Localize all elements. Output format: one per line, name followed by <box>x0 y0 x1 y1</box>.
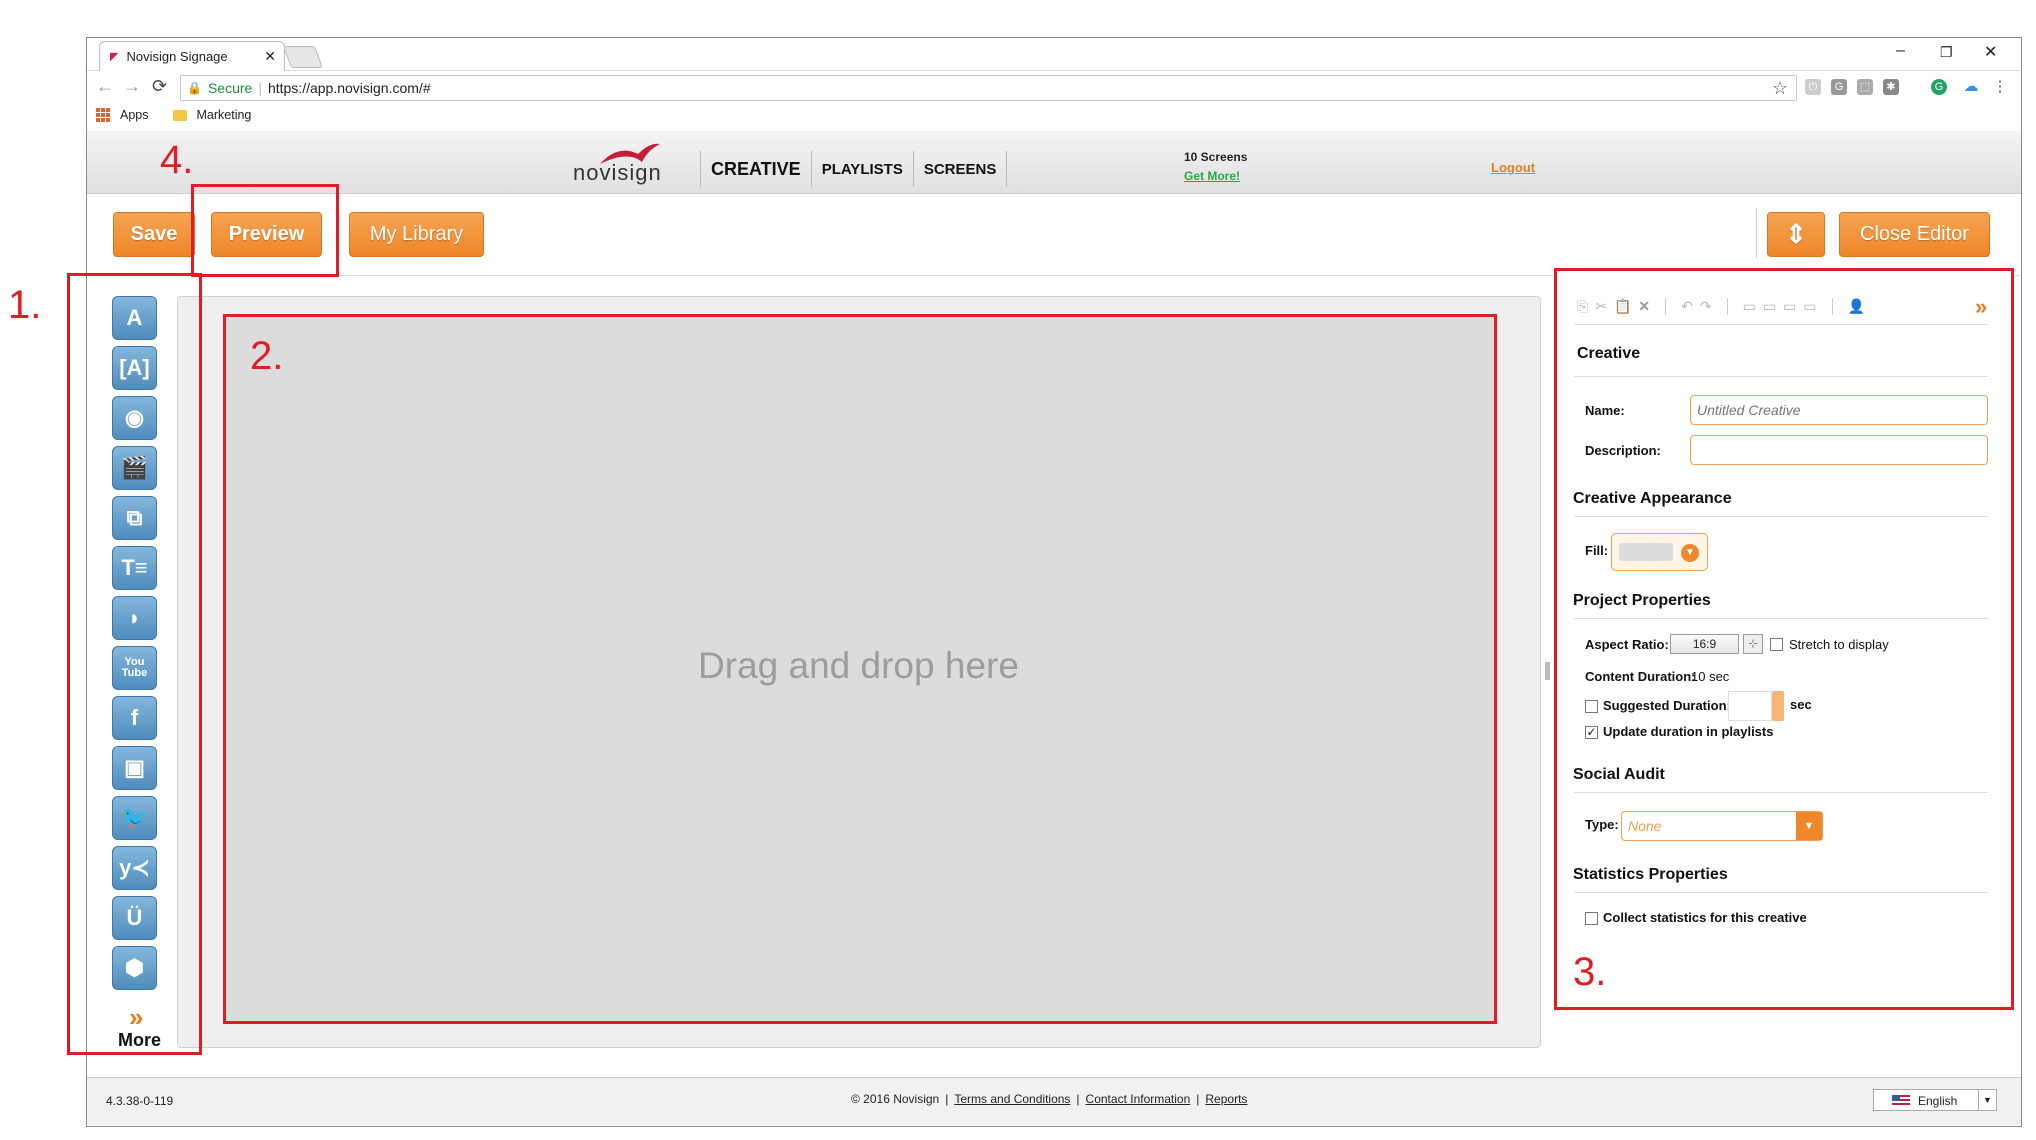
language-select[interactable]: English ▼ <box>1873 1089 1997 1111</box>
close-editor-button[interactable]: Close Editor <box>1839 212 1990 257</box>
bookmarks-bar: Apps Marketing <box>96 108 251 122</box>
screenshot: ◤ Novisign Signage ✕ – ❐ ✕ ← → ⟳ 🔒 Secur… <box>0 0 2036 1140</box>
lock-icon: 🔒 <box>187 81 202 95</box>
bookmark-star-icon[interactable]: ☆ <box>1772 78 1788 99</box>
close-tab-icon[interactable]: ✕ <box>264 48 276 65</box>
dropdown-arrow-icon: ▼ <box>1978 1090 1996 1110</box>
forward-icon[interactable]: → <box>123 76 141 97</box>
screens-count: 10 Screens <box>1184 150 1248 164</box>
nav-screens[interactable]: SCREENS <box>912 151 1008 187</box>
minimize-icon[interactable]: – <box>1896 42 1905 60</box>
apps-grid-icon <box>96 108 110 122</box>
logo-text: novisign <box>573 160 662 185</box>
canvas-resize-handle[interactable] <box>1545 662 1550 680</box>
tab-title: Novisign Signage <box>126 49 228 64</box>
save-button[interactable]: Save <box>113 212 195 257</box>
bookmark-apps[interactable]: Apps <box>120 108 149 122</box>
annotation-label-2: 2. <box>250 334 284 378</box>
app-header <box>87 131 2021 194</box>
bookmark-marketing[interactable]: Marketing <box>197 108 252 122</box>
copyright-text: © 2016 Novisign <box>851 1092 940 1106</box>
main-nav: CREATIVE PLAYLISTS SCREENS <box>700 151 1008 187</box>
version-label: 4.3.38-0-119 <box>106 1094 174 1108</box>
browser-tab[interactable]: ◤ Novisign Signage ✕ <box>99 41 285 71</box>
annotation-box-preview <box>191 184 339 277</box>
footer-separator: | <box>1076 1092 1080 1106</box>
extension-icon[interactable]: ✱ <box>1883 79 1899 95</box>
grammarly-icon[interactable]: G <box>1931 79 1947 95</box>
resize-button[interactable]: ⇕ <box>1767 212 1825 257</box>
annotation-box-canvas <box>223 314 1497 1024</box>
reload-icon[interactable]: ⟳ <box>152 76 167 97</box>
annotation-label-3: 3. <box>1573 950 1607 994</box>
restore-icon[interactable]: ❐ <box>1940 44 1953 61</box>
back-icon[interactable]: ← <box>96 76 114 97</box>
annotation-label-1: 1. <box>8 283 42 327</box>
extension-icon[interactable]: ⬚ <box>1857 79 1873 95</box>
new-tab-button[interactable] <box>282 46 324 68</box>
novisign-logo[interactable]: novisign <box>573 160 662 186</box>
my-library-button[interactable]: My Library <box>349 212 484 257</box>
nav-playlists[interactable]: PLAYLISTS <box>810 151 913 187</box>
footer-separator: | <box>945 1092 949 1106</box>
extension-icon[interactable]: G <box>1831 79 1847 95</box>
url-separator: | <box>258 80 262 96</box>
us-flag-icon <box>1892 1095 1910 1106</box>
footer-separator: | <box>1196 1092 1200 1106</box>
toolbar-separator <box>1756 208 1757 258</box>
tab-strip: ◤ Novisign Signage ✕ – ❐ ✕ <box>87 38 2021 71</box>
annotation-box-properties <box>1554 268 2014 1010</box>
folder-icon <box>172 109 187 121</box>
extension-icon[interactable]: ⏻ <box>1805 79 1821 95</box>
annotation-box-tools <box>67 273 202 1055</box>
language-value: English <box>1918 1094 1958 1108</box>
secure-label: Secure <box>207 80 253 96</box>
terms-link[interactable]: Terms and Conditions <box>954 1092 1070 1106</box>
cloud-icon[interactable]: ☁ <box>1963 79 1979 95</box>
nav-creative[interactable]: CREATIVE <box>700 151 811 187</box>
url-text: https://app.novisign.com/# <box>267 80 431 96</box>
annotation-label-4: 4. <box>160 138 194 182</box>
footer-links: © 2016 Novisign | Terms and Conditions |… <box>851 1092 1247 1106</box>
contact-link[interactable]: Contact Information <box>1086 1092 1191 1106</box>
get-more-link[interactable]: Get More! <box>1184 169 1240 183</box>
reports-link[interactable]: Reports <box>1205 1092 1247 1106</box>
logout-link[interactable]: Logout <box>1491 160 1535 175</box>
resize-icon: ⇕ <box>1785 219 1807 249</box>
site-favicon-icon: ◤ <box>110 51 119 63</box>
address-bar[interactable]: 🔒 Secure | https://app.novisign.com/# ☆ <box>180 75 1797 101</box>
close-window-icon[interactable]: ✕ <box>1984 42 1997 62</box>
menu-dots-icon[interactable]: ⋮ <box>1992 79 2008 95</box>
